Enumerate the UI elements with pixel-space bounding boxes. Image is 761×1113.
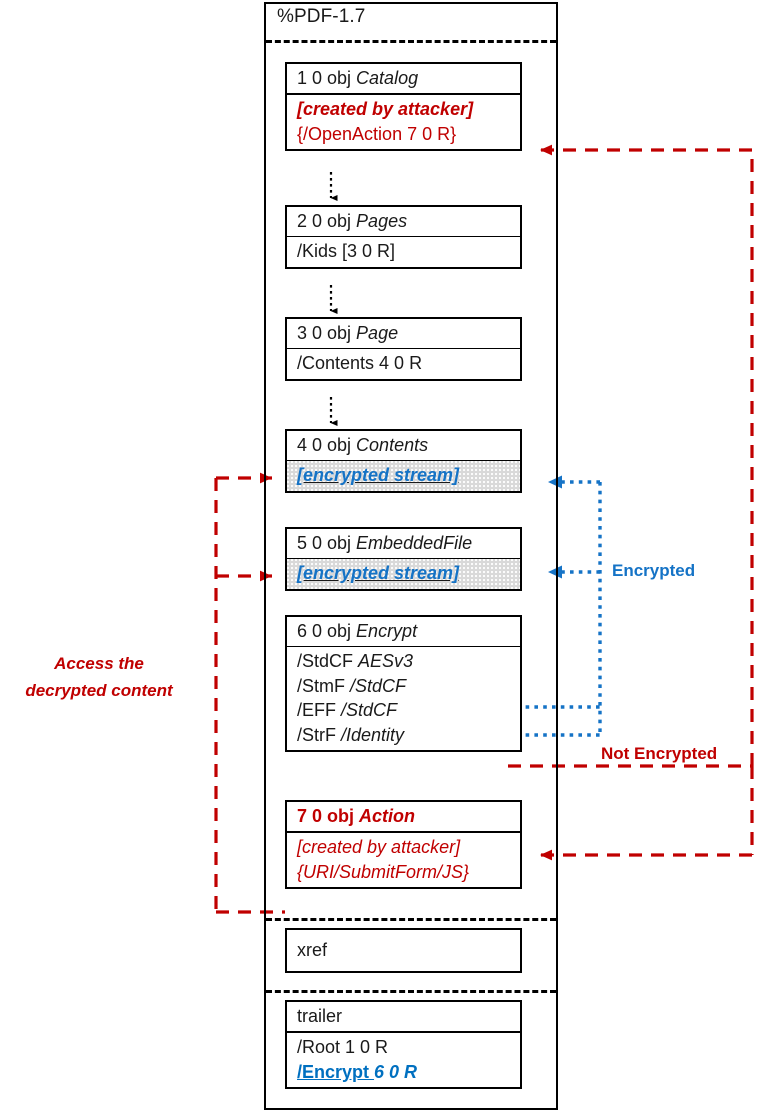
object-id-action: 7 0 obj [297, 806, 360, 826]
pages-kids: /Kids [3 0 R] [297, 241, 396, 262]
object-body-pages: /Kids [3 0 R] [287, 237, 520, 266]
trailer-encrypt-row: /Encrypt 6 0 R [297, 1060, 512, 1084]
object-type-encrypt: Encrypt [356, 621, 418, 641]
catalog-attacker-note: [created by attacker] [297, 99, 474, 120]
object-body-embeddedfile: [encrypted stream] [287, 559, 520, 589]
annotation-not-encrypted-label: Not Encrypted [601, 744, 718, 763]
page-contents-ref: /Contents 4 0 R [297, 353, 423, 374]
object-id-contents: 4 0 obj [297, 435, 357, 455]
object-box-xref[interactable]: xref [285, 928, 522, 974]
object-type-catalog: Catalog [356, 68, 419, 88]
encrypt-stdcf-val: AESv3 [358, 651, 414, 672]
object-header-pages: 2 0 obj Pages [287, 207, 520, 238]
object-type-contents: Contents [356, 435, 429, 455]
encrypt-strf-val: /Identity [341, 724, 405, 745]
object-header-contents: 4 0 obj Contents [287, 431, 520, 462]
section-separator-trailer [266, 990, 556, 993]
trailer-label: trailer [287, 1002, 520, 1034]
annotation-access-decrypted: Access the decrypted content [4, 650, 194, 704]
object-body-catalog: [created by attacker] {/OpenAction 7 0 R… [287, 95, 520, 149]
object-box-catalog[interactable]: 1 0 obj Catalog [created by attacker] {/… [285, 62, 522, 152]
object-box-page[interactable]: 3 0 obj Page /Contents 4 0 R [285, 317, 522, 381]
encrypt-strf-row: /StrF /Identity [297, 723, 512, 747]
annotation-encrypted-label: Encrypted [612, 561, 696, 580]
object-body-trailer: /Root 1 0 R /Encrypt 6 0 R [287, 1033, 520, 1087]
contents-encrypted-stream: [encrypted stream] [297, 465, 460, 486]
object-id-encrypt: 6 0 obj [297, 621, 357, 641]
annotation-access-line1: Access the [54, 654, 144, 673]
encrypt-eff-key: /EFF [297, 700, 341, 721]
object-body-action: [created by attacker] {URI/SubmitForm/JS… [287, 833, 520, 887]
object-body-encrypt: /StdCF AESv3 /StmF /StdCF /EFF /StdCF /S… [287, 647, 520, 750]
encrypt-eff-row: /EFF /StdCF [297, 698, 512, 722]
trailer-encrypt-key: /Encrypt [297, 1061, 375, 1082]
section-separator-header [266, 40, 556, 43]
object-type-embeddedfile: EmbeddedFile [356, 533, 473, 553]
xref-label: xref [297, 940, 328, 960]
embeddedfile-encrypted-stream: [encrypted stream] [297, 563, 460, 584]
object-header-page: 3 0 obj Page [287, 319, 520, 350]
object-id-pages: 2 0 obj [297, 211, 357, 231]
object-header-catalog: 1 0 obj Catalog [287, 64, 520, 96]
trailer-root-row: /Root 1 0 R [297, 1035, 512, 1059]
object-body-page: /Contents 4 0 R [287, 349, 520, 378]
action-uri-submitform-js: {URI/SubmitForm/JS} [297, 861, 470, 882]
pdf-structure-diagram: %PDF-1.7 1 0 obj Catalog [created by att… [0, 0, 761, 1113]
catalog-openaction: {/OpenAction 7 0 R} [297, 123, 457, 144]
object-box-contents[interactable]: 4 0 obj Contents [encrypted stream] [285, 429, 522, 493]
object-type-action: Action [359, 806, 416, 826]
object-header-action: 7 0 obj Action [287, 802, 520, 834]
encrypt-stmf-row: /StmF /StdCF [297, 674, 512, 698]
trailer-encrypt-val: 6 0 R [374, 1061, 418, 1082]
encrypt-stmf-key: /StmF [297, 675, 350, 696]
object-header-embeddedfile: 5 0 obj EmbeddedFile [287, 529, 520, 560]
trailer-root-key: /Root [297, 1037, 346, 1058]
red-arrow-to-action [540, 766, 754, 861]
object-body-contents: [encrypted stream] [287, 461, 520, 491]
annotation-access-line2: decrypted content [25, 681, 173, 701]
pdf-version-header: %PDF-1.7 [277, 6, 366, 27]
object-box-action[interactable]: 7 0 obj Action [created by attacker] {UR… [285, 800, 522, 890]
encrypt-strf-key: /StrF [297, 724, 341, 745]
object-type-page: Page [356, 323, 399, 343]
object-box-encrypt[interactable]: 6 0 obj Encrypt /StdCF AESv3 /StmF /StdC… [285, 615, 522, 753]
encrypt-stdcf-key: /StdCF [297, 651, 359, 672]
encrypt-stdcf-row: /StdCF AESv3 [297, 649, 512, 673]
section-separator-xref [266, 918, 556, 921]
trailer-root-val: 1 0 R [345, 1037, 389, 1058]
object-type-pages: Pages [356, 211, 408, 231]
object-box-pages[interactable]: 2 0 obj Pages /Kids [3 0 R] [285, 205, 522, 269]
encrypt-stmf-val: /StdCF [350, 675, 407, 696]
object-box-embeddedfile[interactable]: 5 0 obj EmbeddedFile [encrypted stream] [285, 527, 522, 591]
object-id-page: 3 0 obj [297, 323, 357, 343]
object-id-embeddedfile: 5 0 obj [297, 533, 357, 553]
object-id-catalog: 1 0 obj [297, 68, 357, 88]
object-box-trailer[interactable]: trailer /Root 1 0 R /Encrypt 6 0 R [285, 1000, 522, 1090]
encrypt-eff-val: /StdCF [341, 700, 398, 721]
object-header-encrypt: 6 0 obj Encrypt [287, 617, 520, 648]
action-attacker-note: [created by attacker] [297, 837, 461, 858]
